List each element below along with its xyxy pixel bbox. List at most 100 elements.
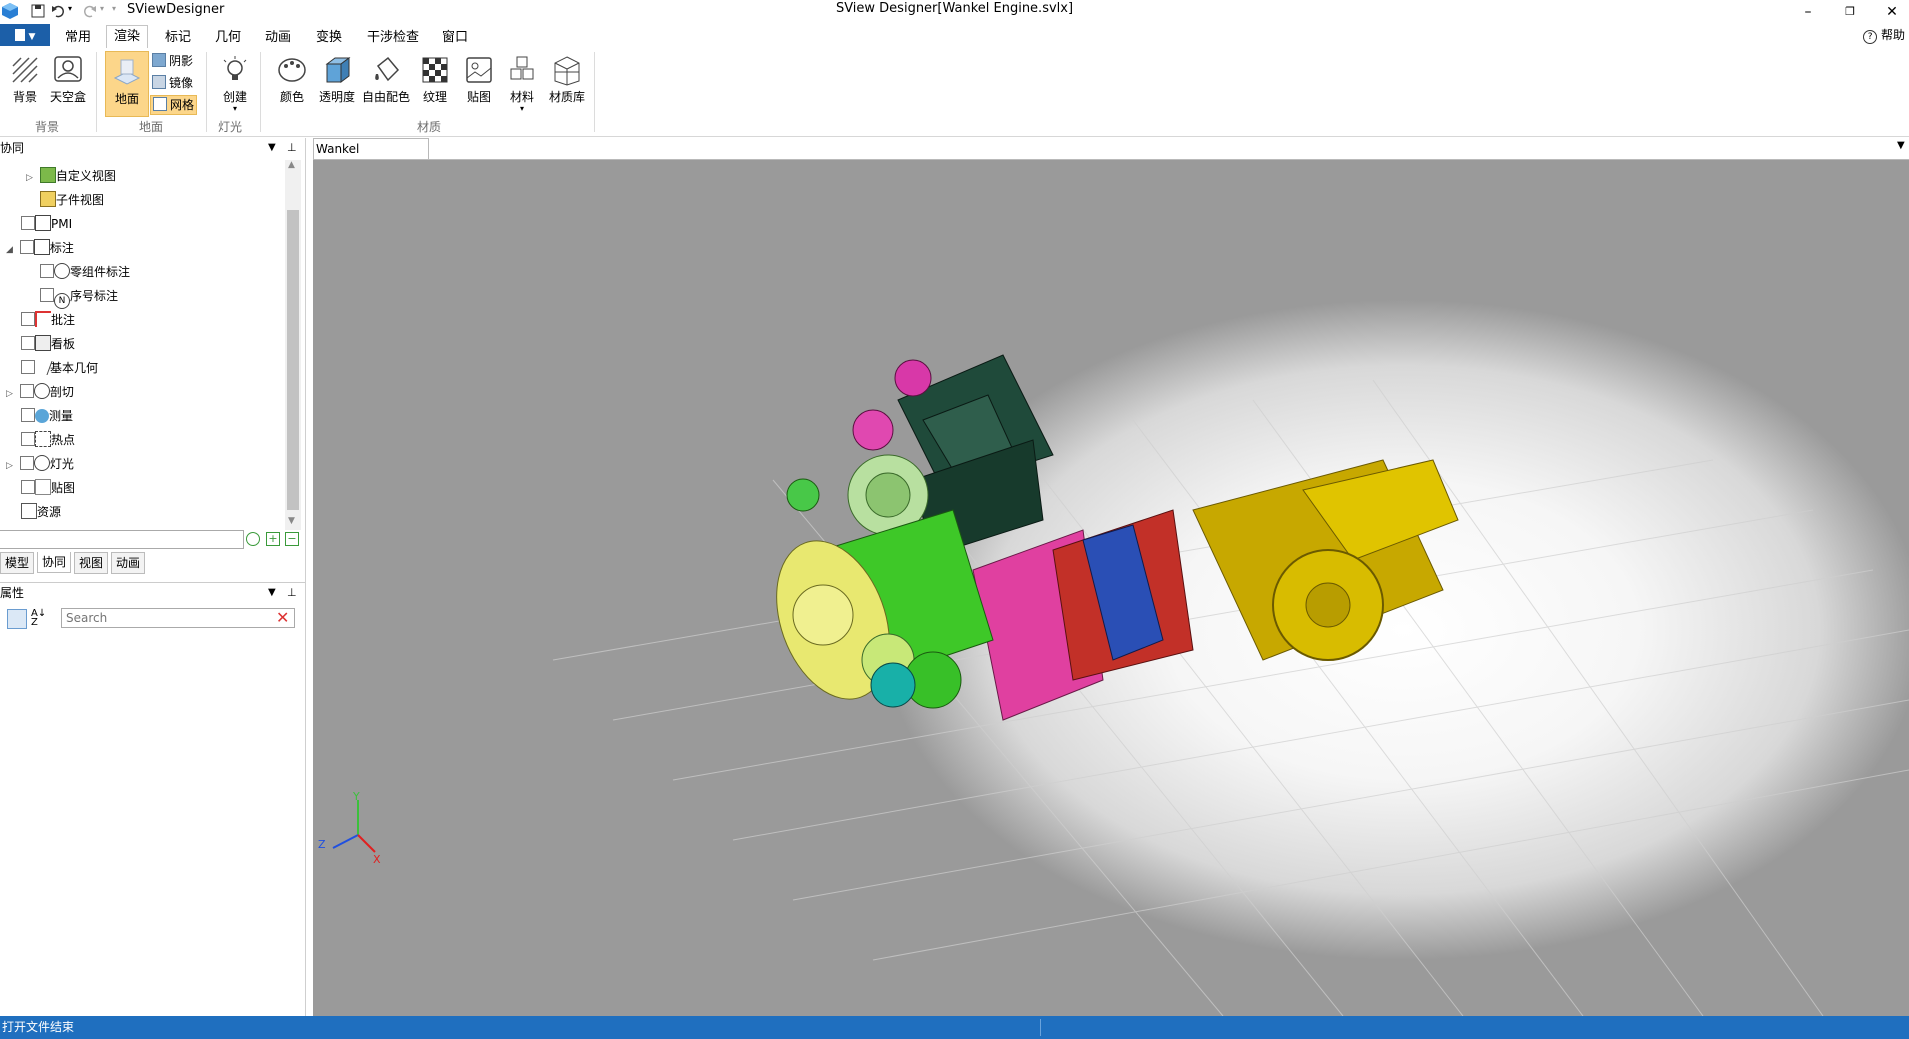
document-tab[interactable]: Wankel Engine.svlx: [313, 138, 429, 176]
document-list-dropdown-icon[interactable]: ▼: [1897, 140, 1905, 151]
decal-button-label: 贴图: [466, 90, 491, 104]
create-light-button[interactable]: 创建 ▾: [216, 54, 254, 113]
checkbox[interactable]: [21, 336, 35, 350]
clear-search-icon[interactable]: ✕: [276, 608, 289, 628]
checkbox[interactable]: [21, 312, 35, 326]
expand-icon[interactable]: ▷: [6, 454, 16, 478]
tab-transform[interactable]: 变换: [309, 27, 349, 48]
board-icon: [35, 335, 51, 351]
redo-icon[interactable]: [82, 3, 98, 19]
pin-icon[interactable]: ⊥: [287, 138, 297, 158]
transparency-button[interactable]: 透明度: [316, 54, 358, 105]
tree-item-comment[interactable]: 批注: [0, 308, 284, 332]
scroll-up-icon[interactable]: ▲: [288, 160, 295, 170]
save-icon[interactable]: [30, 3, 46, 19]
tree-item-decal[interactable]: 贴图: [0, 476, 284, 500]
redo-dropdown-icon[interactable]: ▾: [100, 4, 104, 13]
file-menu-button[interactable]: ▼: [0, 24, 50, 46]
panel-dropdown-icon[interactable]: ▼: [268, 138, 276, 158]
checkbox[interactable]: [19, 384, 34, 398]
categorized-view-icon[interactable]: [7, 609, 27, 629]
texture-button[interactable]: 纹理: [416, 54, 454, 105]
checkbox[interactable]: [40, 288, 54, 302]
alphabetical-sort-icon[interactable]: A↓ Z: [31, 609, 46, 628]
checkbox[interactable]: [19, 240, 34, 254]
tree-item-section[interactable]: ▷ 剖切: [0, 380, 284, 404]
collapse-icon[interactable]: ◢: [6, 238, 16, 262]
tree-item-measure[interactable]: 测量: [0, 404, 284, 428]
expand-all-icon[interactable]: +: [266, 532, 280, 546]
tree-item-label: 剖切: [49, 385, 74, 399]
checkbox[interactable]: [21, 432, 35, 446]
scroll-down-icon[interactable]: ▼: [288, 516, 295, 526]
tab-window[interactable]: 窗口: [435, 27, 475, 48]
expand-icon[interactable]: ▷: [26, 166, 36, 190]
pin-icon[interactable]: ⊥: [287, 583, 297, 603]
group-label-material: 材质: [416, 120, 441, 134]
shadow-button[interactable]: 阴影: [152, 52, 193, 70]
checkbox[interactable]: [40, 264, 54, 278]
ground-button-label: 地面: [114, 92, 139, 106]
title-bar: SView Designer[Wankel Engine.svlx] ▾ ▾ ▾…: [0, 0, 1909, 22]
collab-search-input[interactable]: [0, 530, 244, 549]
tab-common[interactable]: 常用: [58, 27, 98, 48]
mirror-button[interactable]: 镜像: [152, 74, 193, 92]
decal-button[interactable]: 贴图: [460, 54, 498, 105]
tree-item-board[interactable]: 看板: [0, 332, 284, 356]
undo-icon[interactable]: [50, 3, 66, 19]
skybox-button[interactable]: 天空盒: [48, 54, 88, 105]
free-color-button[interactable]: 自由配色: [360, 54, 412, 105]
material-library-button[interactable]: 材质库: [545, 54, 589, 105]
tree-item-part-view[interactable]: 子件视图: [0, 188, 284, 212]
tab-animation[interactable]: 动画: [258, 27, 298, 48]
scrollbar-thumb[interactable]: [287, 210, 299, 510]
expand-icon[interactable]: ▷: [6, 382, 16, 406]
checkbox[interactable]: [21, 408, 35, 422]
materials-button[interactable]: 材料 ▾: [503, 54, 541, 113]
collapse-all-icon[interactable]: −: [285, 532, 299, 546]
ground-button[interactable]: 地面: [105, 51, 149, 117]
checkbox[interactable]: [21, 216, 35, 230]
tab-view[interactable]: 视图: [74, 552, 109, 574]
tree-scrollbar[interactable]: ▲ ▼: [285, 160, 301, 530]
tab-markup[interactable]: 标记: [158, 27, 198, 48]
tab-collab[interactable]: 协同: [37, 552, 72, 573]
tab-model[interactable]: 模型: [0, 552, 35, 574]
tab-animation-panel[interactable]: 动画: [111, 552, 146, 574]
status-divider: [1040, 1019, 1041, 1036]
tree-item-basic-geometry[interactable]: 基本几何: [0, 356, 284, 380]
tree-item-light[interactable]: ▷ 灯光: [0, 452, 284, 476]
tree-item-resources[interactable]: 资源: [0, 500, 284, 524]
tree-item-label: 零组件标注: [70, 265, 131, 279]
3d-viewport[interactable]: Y Z X: [313, 160, 1909, 1016]
restore-button[interactable]: ❐: [1836, 3, 1864, 21]
property-search-input[interactable]: [61, 608, 295, 628]
panel-dropdown-icon[interactable]: ▼: [268, 583, 276, 603]
close-button[interactable]: ✕: [1878, 3, 1906, 21]
tree-item-component-annotation[interactable]: 零组件标注: [0, 260, 284, 284]
engine-model[interactable]: [756, 354, 1459, 721]
paint-bucket-icon: [375, 56, 400, 82]
checkbox[interactable]: [19, 456, 34, 470]
undo-dropdown-icon[interactable]: ▾: [68, 4, 72, 13]
color-button[interactable]: 颜色: [272, 54, 312, 105]
checkbox[interactable]: [21, 480, 35, 494]
hotspot-icon: [35, 431, 51, 447]
tab-interference-check[interactable]: 干涉检查: [360, 27, 426, 48]
tree-item-custom-view[interactable]: ▷ 自定义视图: [0, 164, 284, 188]
grid-button[interactable]: 网格: [150, 95, 198, 115]
minimize-button[interactable]: –: [1794, 3, 1822, 21]
tab-geometry[interactable]: 几何: [208, 27, 248, 48]
viewport-canvas[interactable]: Y Z X: [313, 160, 1909, 1016]
status-text: 打开文件结束: [2, 1020, 75, 1034]
background-button[interactable]: 背景: [6, 54, 44, 105]
tab-render[interactable]: 渲染: [106, 25, 149, 50]
help-button[interactable]: ? 帮助: [1863, 26, 1905, 44]
search-icon[interactable]: [246, 532, 260, 546]
tree-item-sequence-annotation[interactable]: N 序号标注: [0, 284, 284, 309]
app-logo-icon[interactable]: [1, 2, 19, 20]
tree-item-hotspot[interactable]: 热点: [0, 428, 284, 452]
customize-quick-access-icon[interactable]: ▾: [112, 4, 116, 13]
tree-item-pmi[interactable]: PMI: [0, 212, 284, 236]
tree-item-annotation[interactable]: ◢ 标注: [0, 236, 284, 260]
